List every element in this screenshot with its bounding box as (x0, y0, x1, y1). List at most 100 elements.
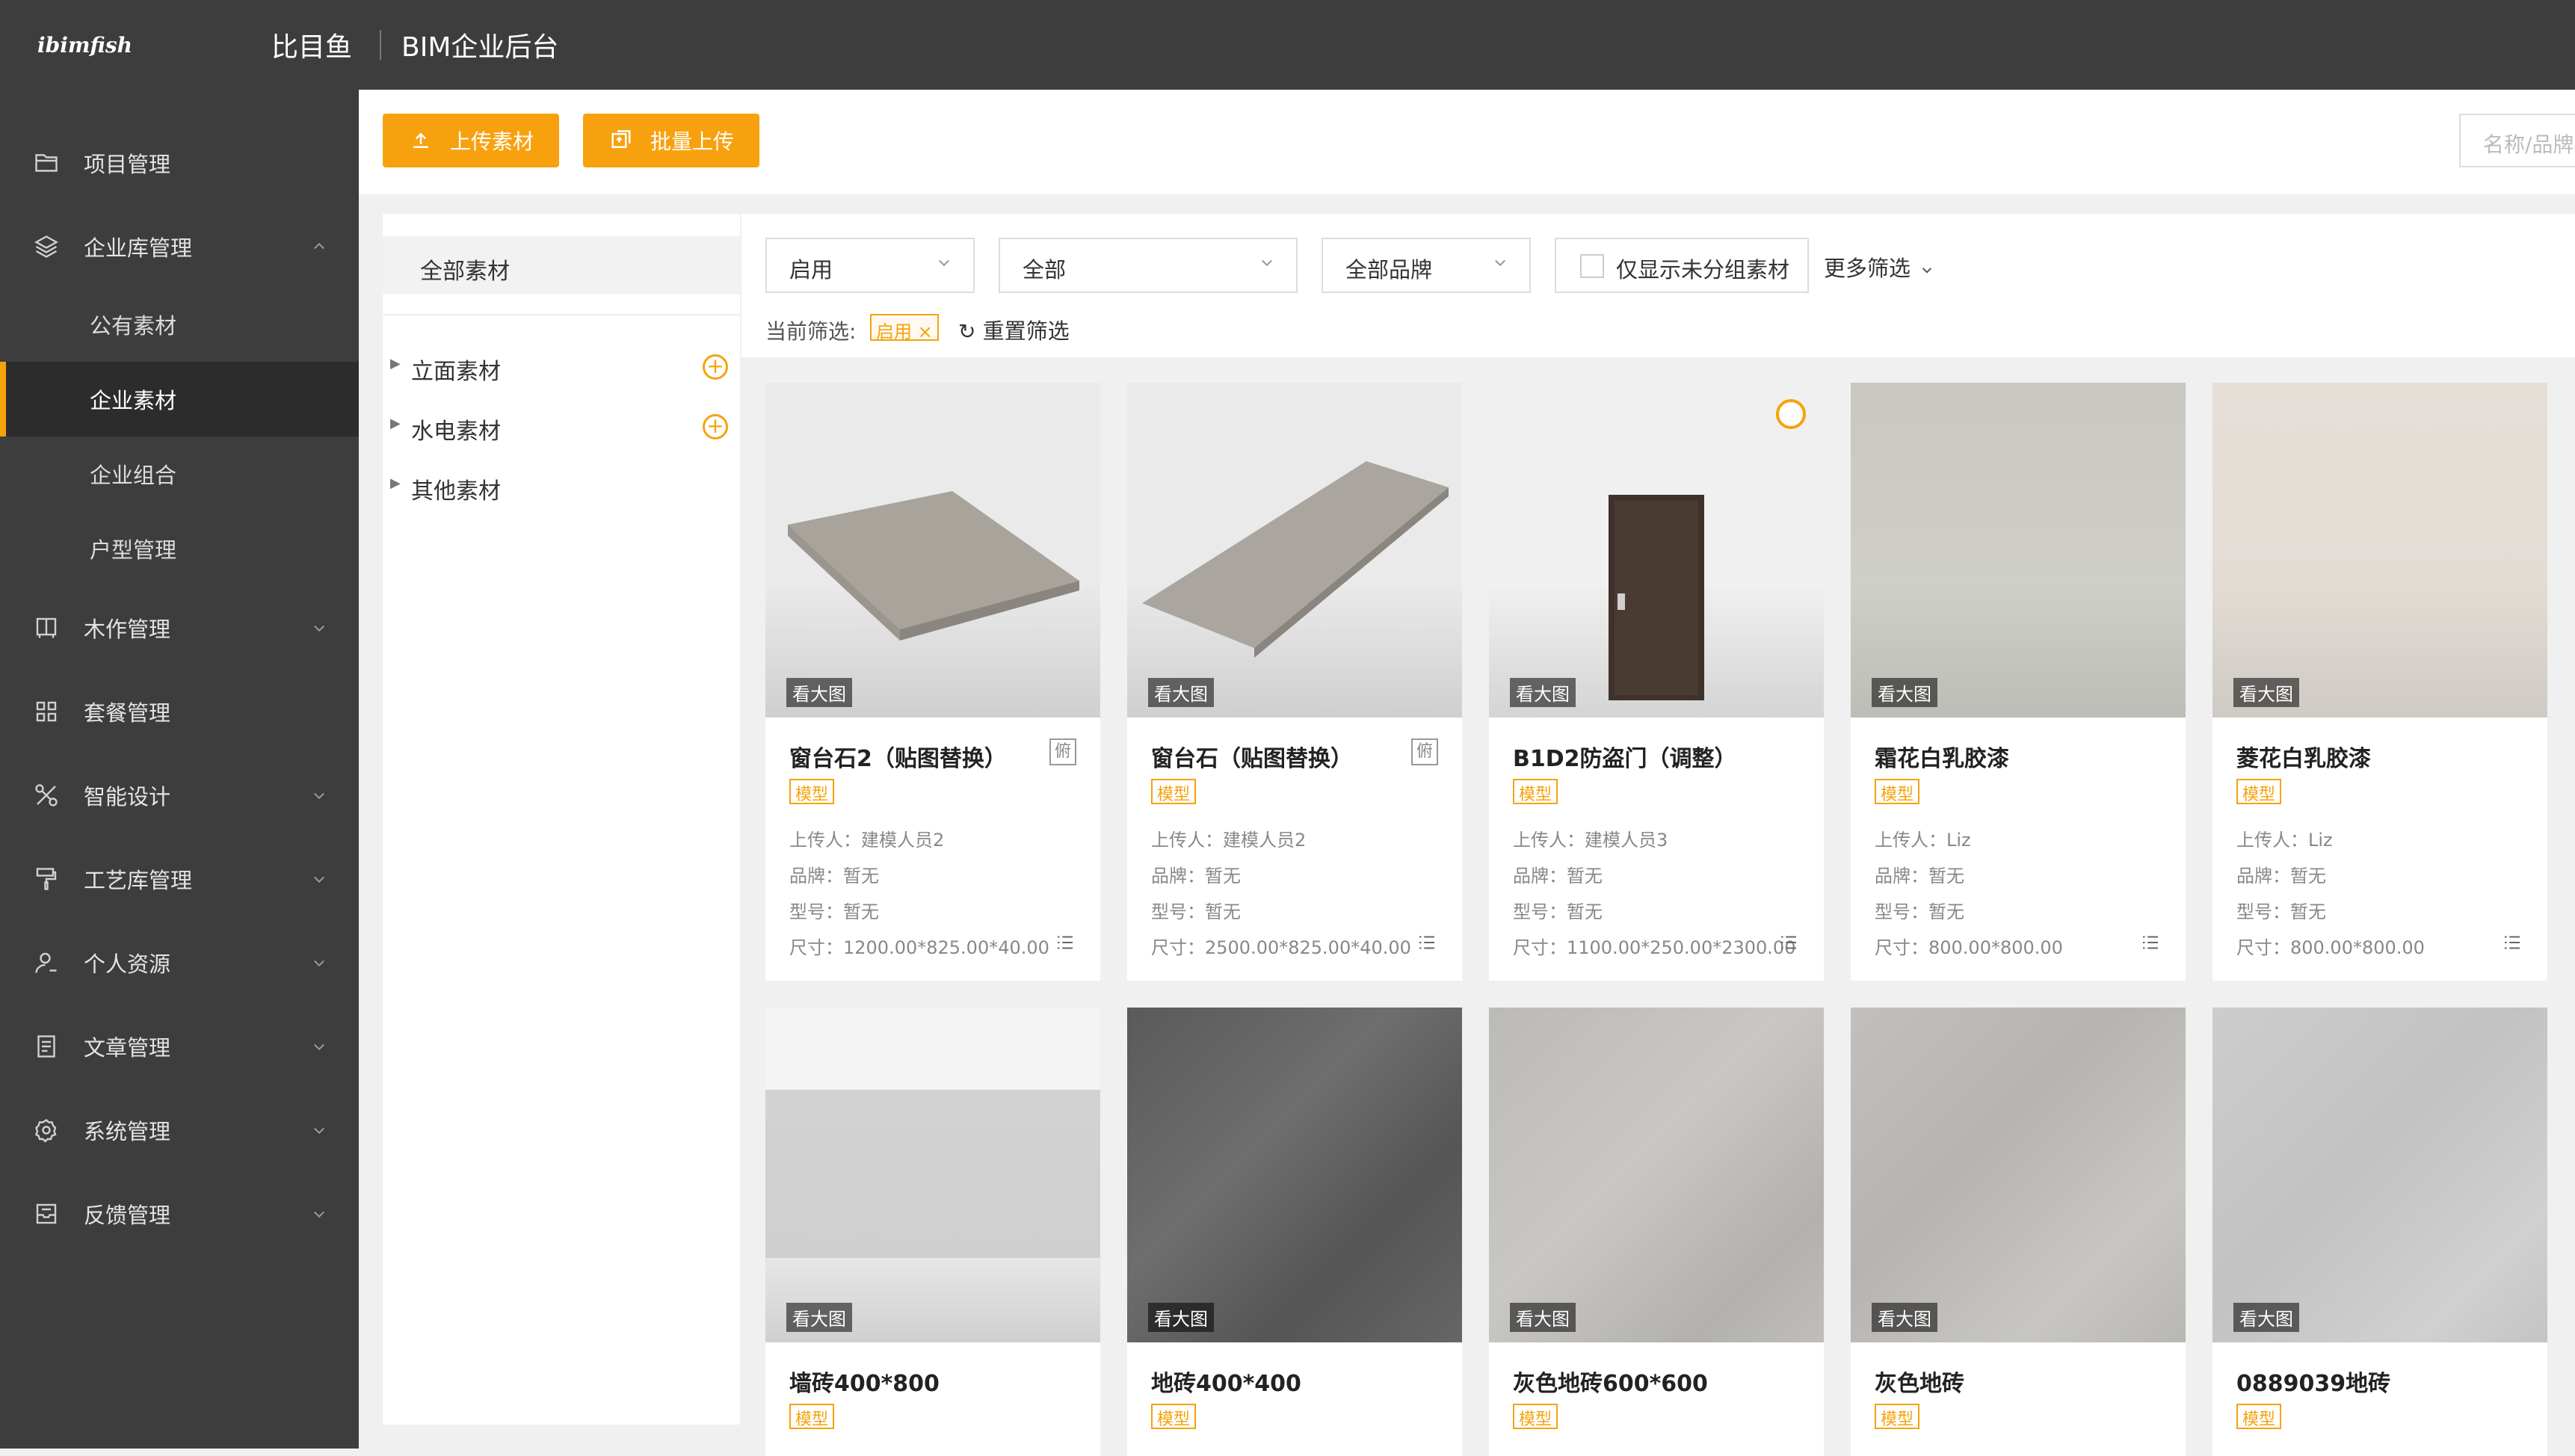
logo[interactable]: ibimfish (0, 33, 149, 58)
document-icon (37, 1035, 55, 1058)
material-card[interactable]: 看大图 灰色地砖 模型 (1851, 1008, 2186, 1456)
chevron-down-icon (1922, 268, 1932, 274)
sidebar-subitem-enterprise[interactable]: 企业素材 (0, 362, 359, 437)
material-card[interactable]: 看大图 灰色地砖600*600 模型 (1489, 1008, 1824, 1456)
filter-tag[interactable]: 启用 × (870, 314, 939, 342)
close-icon[interactable]: × (918, 321, 933, 342)
view-large-button[interactable]: 看大图 (2233, 678, 2299, 707)
layers-icon (34, 235, 58, 258)
brand-select[interactable]: 全部品牌 (1322, 238, 1531, 293)
material-thumbnail[interactable]: 看大图 (1489, 1008, 1824, 1342)
size-text: 尺寸：2500.00*825.00*40.00 (1151, 937, 1411, 958)
list-icon[interactable] (1052, 931, 1078, 954)
material-grid: 看大图 窗台石2（贴图替换） 俯 模型 上传人：建模人员2 品牌：暂无 型号：暂… (741, 357, 2575, 1456)
material-thumbnail[interactable]: 看大图 (2212, 383, 2547, 718)
add-circle-icon[interactable]: + (703, 354, 728, 380)
more-filters-toggle[interactable]: 更多筛选 (1824, 251, 1937, 283)
sidebar-subitem-combination[interactable]: 企业组合 (0, 437, 359, 511)
status-select-value: 启用 (789, 257, 833, 283)
sidebar-subitem-label: 企业组合 (90, 463, 177, 488)
list-icon[interactable] (1414, 931, 1440, 954)
material-thumbnail[interactable]: 看大图 (1127, 1008, 1462, 1342)
more-filters-label: 更多筛选 (1824, 256, 1911, 281)
material-card[interactable]: 看大图 墙砖400*800 模型 (765, 1008, 1100, 1456)
sidebar-item-packages[interactable]: 套餐管理 (0, 674, 359, 749)
view-large-button[interactable]: 看大图 (1872, 1303, 1937, 1332)
top-view-badge[interactable]: 俯 (1411, 738, 1438, 765)
list-icon[interactable] (1776, 931, 1801, 954)
sidebar-item-label: 工艺库管理 (84, 868, 193, 893)
material-thumbnail[interactable]: 看大图 (1127, 383, 1462, 718)
list-icon[interactable] (2500, 931, 2525, 954)
sidebar-item-woodwork[interactable]: 木作管理 (0, 590, 359, 665)
sidebar: 项目管理 企业库管理 公有素材 企业素材 企业组合 户型管理 木作管理 套餐管理… (0, 90, 359, 1449)
chevron-down-icon (314, 792, 324, 800)
caret-right-icon[interactable]: ▶ (390, 356, 401, 371)
material-card[interactable]: 看大图 地砖400*400 模型 (1127, 1008, 1462, 1456)
tree-item-plumbing[interactable]: ▶ 水电素材 + (383, 401, 740, 453)
checkbox-box[interactable] (1580, 254, 1604, 278)
sill-stone-image (788, 491, 1079, 641)
view-large-button[interactable]: 看大图 (786, 1303, 852, 1332)
model-text: 型号：暂无 (1151, 901, 1241, 922)
sidebar-item-feedback[interactable]: 反馈管理 (0, 1176, 359, 1251)
view-large-button[interactable]: 看大图 (786, 678, 852, 707)
material-name: 地砖400*400 (1151, 1371, 1301, 1397)
ungrouped-checkbox[interactable]: 仅显示未分组素材 (1555, 238, 1809, 293)
tree-item-other[interactable]: ▶ 其他素材 (383, 460, 740, 513)
category-select[interactable]: 全部 (999, 238, 1298, 293)
uploader-text: 上传人：建模人员2 (789, 830, 945, 851)
top-header: ibimfish 比目鱼 BIM企业后台 (0, 0, 2575, 90)
model-text: 型号：暂无 (1513, 901, 1603, 922)
sidebar-item-smart-design[interactable]: 智能设计 (0, 758, 359, 833)
material-thumbnail[interactable]: 看大图 (765, 383, 1100, 718)
sidebar-item-craft-library[interactable]: 工艺库管理 (0, 842, 359, 916)
category-select-value: 全部 (1023, 257, 1067, 283)
top-view-badge[interactable]: 俯 (1049, 738, 1076, 765)
grid-icon (36, 701, 57, 722)
sidebar-subitem-public[interactable]: 公有素材 (0, 287, 359, 362)
material-thumbnail[interactable]: 看大图 (2212, 1008, 2547, 1342)
material-thumbnail[interactable]: 看大图 (1489, 383, 1824, 718)
caret-right-icon[interactable]: ▶ (390, 416, 401, 431)
sidebar-item-enterprise-library[interactable]: 企业库管理 (0, 209, 359, 284)
view-large-button[interactable]: 看大图 (1872, 678, 1937, 707)
model-text: 型号：暂无 (789, 901, 879, 922)
view-large-button[interactable]: 看大图 (1148, 1303, 1214, 1332)
sidebar-item-articles[interactable]: 文章管理 (0, 1009, 359, 1084)
material-thumbnail[interactable]: 看大图 (765, 1008, 1100, 1342)
search-input[interactable]: 名称/品牌 (2459, 114, 2575, 167)
sidebar-subitem-label: 公有素材 (90, 313, 177, 339)
add-circle-icon[interactable]: + (703, 414, 728, 439)
material-card[interactable]: 看大图 窗台石（贴图替换） 俯 模型 上传人：建模人员2 品牌：暂无 型号：暂无… (1127, 383, 1462, 981)
caret-right-icon[interactable]: ▶ (390, 475, 401, 491)
app-title: BIM企业后台 (401, 32, 559, 63)
material-card[interactable]: 看大图 窗台石2（贴图替换） 俯 模型 上传人：建模人员2 品牌：暂无 型号：暂… (765, 383, 1100, 981)
list-icon[interactable] (2138, 931, 2163, 954)
view-large-button[interactable]: 看大图 (2233, 1303, 2299, 1332)
status-select[interactable]: 启用 (765, 238, 975, 293)
material-thumbnail[interactable]: 看大图 (1851, 1008, 2186, 1342)
tree-item-elevation[interactable]: ▶ 立面素材 + (383, 341, 740, 393)
uploader-text: 上传人：建模人员3 (1513, 830, 1668, 851)
tree-item-all[interactable]: 全部素材 (383, 236, 740, 294)
view-large-button[interactable]: 看大图 (1510, 678, 1576, 707)
material-card[interactable]: 看大图 B1D2防盗门（调整） 模型 上传人：建模人员3 品牌：暂无 型号：暂无… (1489, 383, 1824, 981)
brand-name: 比目鱼 (271, 32, 353, 63)
sidebar-item-personal[interactable]: 个人资源 (0, 925, 359, 1000)
material-card[interactable]: 看大图 菱花白乳胶漆 模型 上传人：Liz 品牌：暂无 型号：暂无 尺寸：800… (2212, 383, 2547, 981)
material-card[interactable]: 看大图 0889039地砖 模型 (2212, 1008, 2547, 1456)
batch-upload-button[interactable]: 批量上传 (583, 114, 759, 167)
material-thumbnail[interactable]: 看大图 (1851, 383, 2186, 718)
material-card[interactable]: 看大图 霜花白乳胶漆 模型 上传人：Liz 品牌：暂无 型号：暂无 尺寸：800… (1851, 383, 2186, 981)
sidebar-item-system[interactable]: 系统管理 (0, 1093, 359, 1167)
upload-button[interactable]: 上传素材 (383, 114, 559, 167)
view-large-button[interactable]: 看大图 (1148, 678, 1214, 707)
view-large-button[interactable]: 看大图 (1510, 1303, 1576, 1332)
current-filter-label: 当前筛选: (765, 319, 857, 344)
sidebar-item-projects[interactable]: 项目管理 (0, 126, 359, 200)
select-radio[interactable] (1776, 399, 1806, 429)
material-name: 墙砖400*800 (789, 1371, 940, 1397)
sidebar-subitem-floorplan[interactable]: 户型管理 (0, 511, 359, 586)
reset-filters-button[interactable]: ↻ 重置筛选 (958, 314, 1070, 345)
